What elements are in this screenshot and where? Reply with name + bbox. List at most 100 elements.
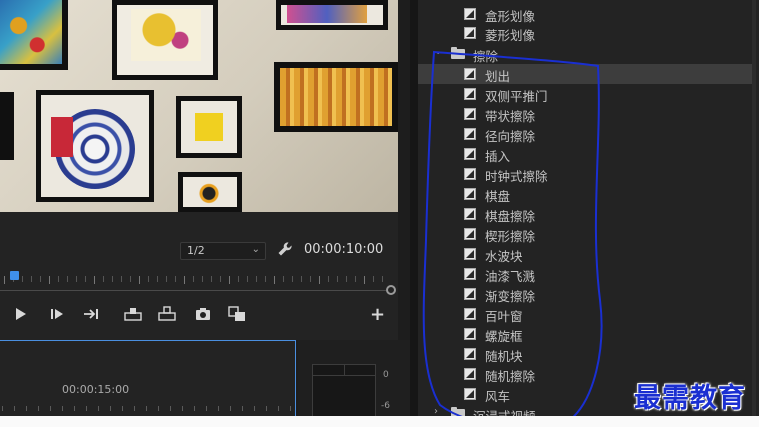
ruler-tick	[62, 406, 63, 411]
painting-frame	[276, 0, 388, 30]
ruler-tick	[266, 406, 267, 411]
ruler-tick	[148, 276, 149, 282]
chevron-down-icon: ⌄	[434, 46, 443, 57]
transition-icon	[464, 388, 476, 400]
painting-frame	[274, 62, 398, 132]
ruler-tick	[67, 276, 68, 282]
comparison-view-button[interactable]	[228, 306, 246, 322]
effect-label: 划出	[485, 69, 511, 84]
playback-resolution-select[interactable]: 1/2 ⌄	[180, 242, 266, 260]
transition-icon	[464, 348, 476, 360]
effect-item[interactable]: 菱形划像	[418, 23, 752, 43]
effect-item[interactable]: 插入	[418, 144, 752, 164]
ruler-tick	[229, 276, 230, 284]
wrench-settings-icon[interactable]	[276, 240, 294, 258]
effect-item[interactable]: 油漆飞溅	[418, 264, 752, 284]
ruler-tick	[112, 276, 113, 282]
transition-icon	[464, 148, 476, 160]
effect-item[interactable]: 水波块	[418, 244, 752, 264]
comparison-view-icon	[228, 306, 245, 321]
ruler-tick	[170, 406, 171, 411]
painting-frame	[178, 172, 242, 212]
ruler-tick	[130, 276, 131, 282]
folder-icon	[451, 47, 465, 59]
ruler-tick	[283, 276, 284, 282]
timeline-ruler-ticks[interactable]	[0, 402, 294, 412]
ruler-tick	[158, 406, 159, 411]
painting-frame	[36, 90, 154, 202]
ruler-tick	[301, 276, 302, 282]
effect-item[interactable]: 盒形划像	[418, 4, 752, 24]
ruler-tick	[134, 406, 135, 411]
ruler-tick	[50, 406, 51, 411]
effect-item[interactable]: 划出	[418, 64, 752, 84]
effect-label: 时钟式擦除	[485, 169, 548, 184]
ruler-tick	[346, 276, 347, 282]
lift-button[interactable]	[124, 306, 142, 322]
folder-wipe[interactable]: ⌄ 擦除	[418, 44, 752, 64]
go-to-out-button[interactable]	[82, 306, 100, 322]
zoom-scroll-track[interactable]	[0, 290, 386, 291]
effect-item[interactable]: 棋盘擦除	[418, 204, 752, 224]
transition-icon	[464, 128, 476, 140]
ruler-tick	[4, 276, 5, 284]
transition-icon	[464, 8, 476, 20]
export-frame-button[interactable]	[194, 306, 212, 322]
lift-icon	[124, 308, 142, 321]
ruler-tick	[254, 406, 255, 411]
effect-item[interactable]: 时钟式擦除	[418, 164, 752, 184]
ruler-tick	[337, 276, 338, 282]
ruler-tick	[22, 276, 23, 282]
effect-label: 棋盘擦除	[485, 209, 536, 224]
transition-icon	[464, 208, 476, 220]
painting-frame	[176, 96, 242, 158]
folder-label: 沉浸式视频	[473, 406, 536, 416]
ruler-tick	[182, 406, 183, 411]
effect-label: 径向擦除	[485, 129, 536, 144]
painting-frame	[0, 0, 68, 70]
ruler-tick	[265, 276, 266, 282]
ruler-tick	[373, 276, 374, 282]
effect-label: 水波块	[485, 249, 523, 264]
resolution-value: 1/2	[187, 244, 205, 257]
ruler-tick	[230, 406, 231, 411]
monitor-time-ruler[interactable]	[0, 276, 384, 284]
effect-label: 棋盘	[485, 189, 511, 204]
effect-item[interactable]: 随机块	[418, 344, 752, 364]
add-button[interactable]: +	[370, 304, 388, 325]
effect-item[interactable]: 楔形擦除	[418, 224, 752, 244]
duration-timecode: 00:00:10:00	[304, 242, 384, 257]
ruler-tick	[2, 406, 3, 411]
effect-label: 风车	[485, 389, 511, 404]
transition-icon	[464, 308, 476, 320]
extract-button[interactable]	[158, 306, 176, 322]
ruler-tick	[38, 406, 39, 411]
effects-scrollbar[interactable]	[752, 0, 756, 416]
ruler-tick	[211, 276, 212, 282]
transition-icon	[464, 268, 476, 280]
effect-item[interactable]: 螺旋框	[418, 324, 752, 344]
ruler-tick	[122, 406, 123, 411]
effect-item[interactable]: 棋盘	[418, 184, 752, 204]
ruler-tick	[274, 276, 275, 284]
timeline-panel[interactable]	[0, 340, 296, 427]
ruler-tick	[319, 276, 320, 284]
effect-item[interactable]: 渐变擦除	[418, 284, 752, 304]
step-forward-button[interactable]	[48, 306, 66, 322]
ruler-tick	[157, 276, 158, 282]
transition-icon	[464, 288, 476, 300]
effect-item[interactable]: 双侧平推门	[418, 84, 752, 104]
panel-divider[interactable]	[410, 0, 418, 427]
effect-item[interactable]: 径向擦除	[418, 124, 752, 144]
playhead-marker[interactable]	[10, 271, 19, 280]
folder-icon	[451, 407, 465, 416]
zoom-scroll-handle[interactable]	[386, 285, 396, 295]
play-button[interactable]	[12, 306, 30, 322]
ruler-tick	[290, 406, 291, 411]
transition-icon	[464, 27, 476, 39]
transition-icon	[464, 108, 476, 120]
play-icon	[16, 308, 26, 320]
effect-item[interactable]: 带状擦除	[418, 104, 752, 124]
effect-label: 插入	[485, 149, 511, 164]
effect-item[interactable]: 百叶窗	[418, 304, 752, 324]
